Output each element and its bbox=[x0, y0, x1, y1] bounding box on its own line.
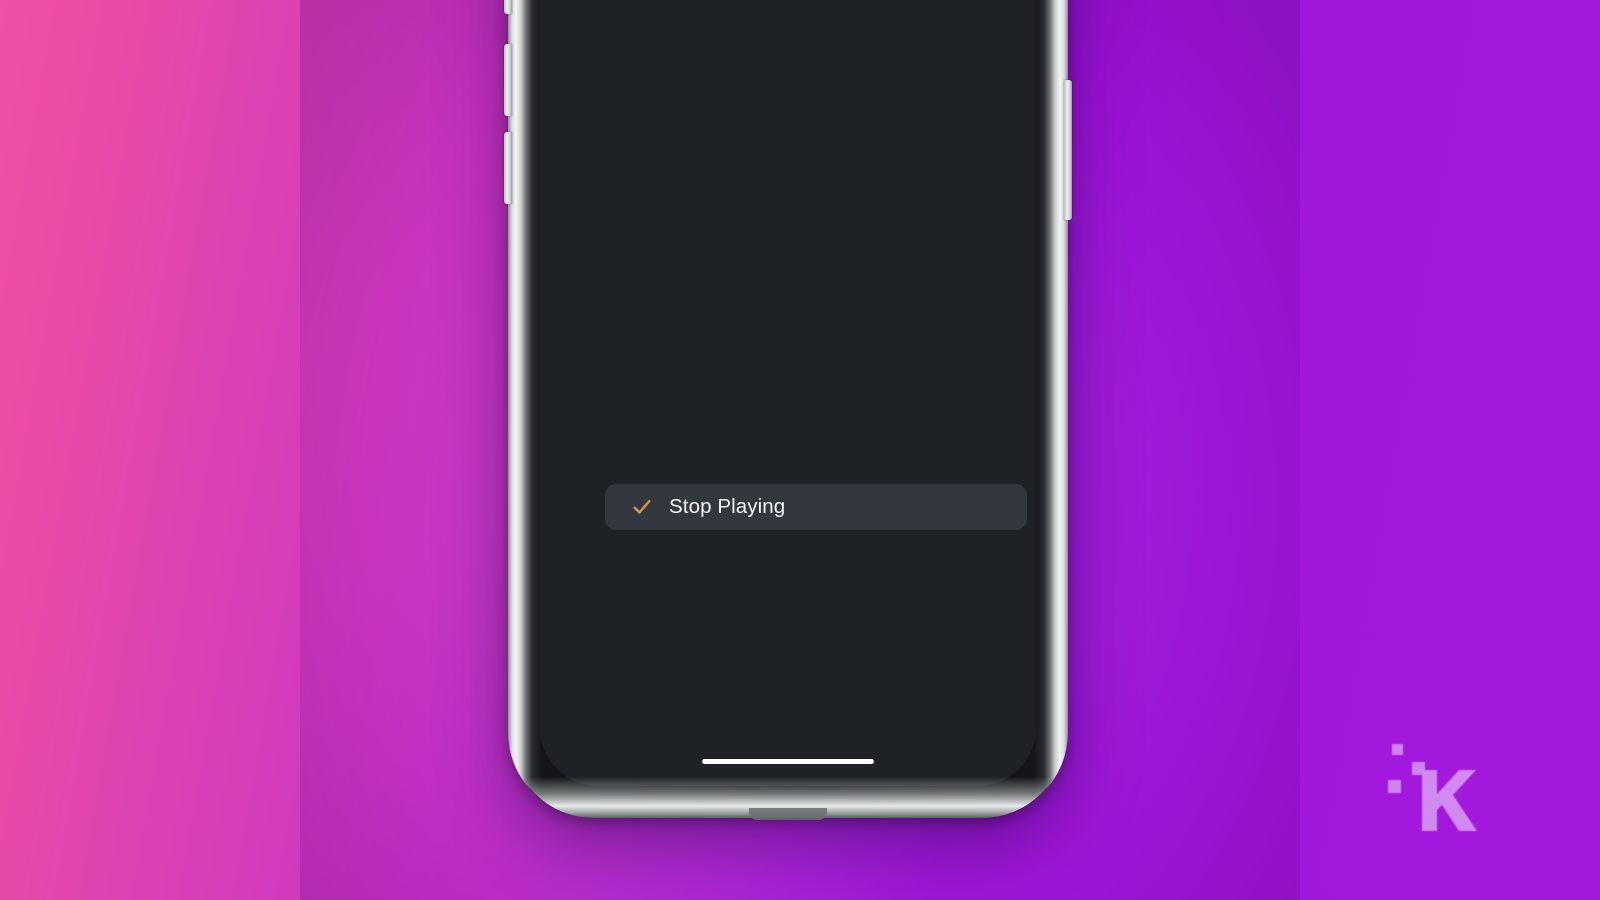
stop-playing-row[interactable]: Stop Playing bbox=[605, 484, 1027, 530]
phone-screen: RadiateReflectionRipplesSenchaSignalSilk… bbox=[540, 0, 1036, 786]
home-indicator[interactable] bbox=[702, 759, 874, 764]
knowtechie-watermark-logo bbox=[1388, 744, 1477, 831]
power-button[interactable] bbox=[1064, 80, 1072, 220]
screenshot-stage: RadiateReflectionRipplesSenchaSignalSilk… bbox=[0, 0, 1600, 900]
volume-up-button[interactable] bbox=[504, 44, 512, 116]
checkmark-icon bbox=[633, 499, 651, 514]
volume-down-button[interactable] bbox=[504, 132, 512, 204]
mute-switch-button[interactable] bbox=[504, 0, 512, 14]
stop-playing-label: Stop Playing bbox=[669, 495, 786, 518]
iphone-device-mockup: RadiateReflectionRipplesSenchaSignalSilk… bbox=[504, 0, 1072, 820]
sound-picker-sheet: RadiateReflectionRipplesSenchaSignalSilk… bbox=[540, 0, 1036, 786]
phone-bottom-port bbox=[749, 808, 827, 820]
